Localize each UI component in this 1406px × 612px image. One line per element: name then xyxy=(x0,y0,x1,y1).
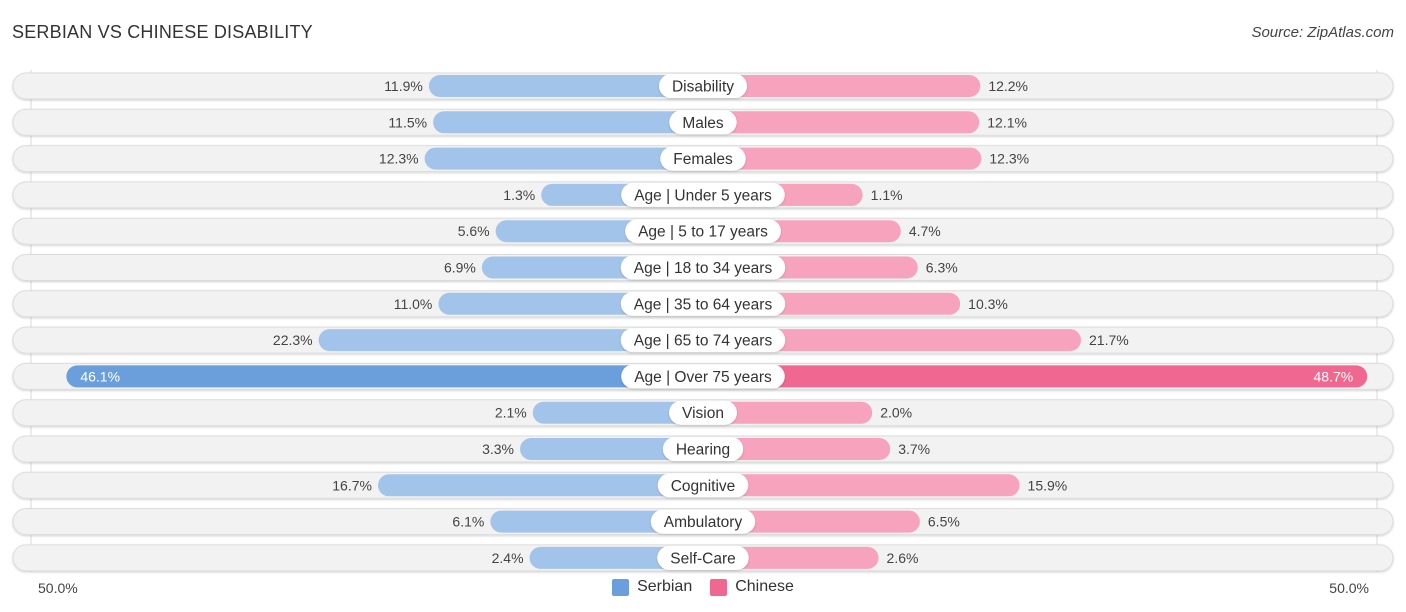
category-label: Self-Care xyxy=(670,550,735,567)
value-label-chinese: 15.9% xyxy=(1028,477,1068,493)
value-label-chinese: 12.3% xyxy=(989,151,1029,167)
bar-serbian[interactable] xyxy=(66,365,704,388)
bar-serbian[interactable] xyxy=(433,111,703,134)
category-label: Ambulatory xyxy=(664,514,743,531)
value-label-serbian: 11.0% xyxy=(394,296,433,312)
value-label-serbian: 12.3% xyxy=(379,151,419,167)
value-label-chinese: 21.7% xyxy=(1089,332,1129,348)
value-label-chinese: 12.1% xyxy=(987,114,1027,130)
bar-chinese[interactable] xyxy=(703,365,1368,388)
legend-swatch-serbian xyxy=(612,578,630,596)
value-label-chinese: 48.7% xyxy=(1314,368,1354,384)
bar-chinese[interactable] xyxy=(703,474,1020,497)
value-label-chinese: 10.3% xyxy=(968,296,1008,312)
category-label: Cognitive xyxy=(671,478,736,495)
value-label-chinese: 4.7% xyxy=(909,223,941,239)
bar-chinese[interactable] xyxy=(703,111,980,134)
category-label: Age | 35 to 64 years xyxy=(634,296,773,313)
category-label: Females xyxy=(673,151,733,168)
value-label-chinese: 3.7% xyxy=(898,441,930,457)
value-label-serbian: 2.1% xyxy=(495,405,527,421)
chart-area: 11.9% 12.2% Disability 11.5% 12.1% Males 12.3%… xyxy=(12,70,1394,572)
bar-serbian[interactable] xyxy=(377,474,703,497)
value-label-serbian: 3.3% xyxy=(482,441,514,457)
category-label: Vision xyxy=(682,405,724,422)
value-label-serbian: 22.3% xyxy=(273,332,313,348)
category-label: Age | Over 75 years xyxy=(634,369,772,386)
value-label-serbian: 46.1% xyxy=(80,368,120,384)
value-label-chinese: 2.6% xyxy=(887,550,919,566)
value-label-serbian: 16.7% xyxy=(332,477,372,493)
category-label: Males xyxy=(682,115,724,132)
category-label: Age | Under 5 years xyxy=(634,187,772,204)
category-label: Age | 18 to 34 years xyxy=(634,260,773,277)
value-label-serbian: 6.1% xyxy=(452,514,484,530)
category-label: Age | 65 to 74 years xyxy=(634,333,773,350)
legend-label-serbian: Serbian xyxy=(637,578,693,595)
legend-item-serbian[interactable]: Serbian xyxy=(612,578,692,596)
value-label-serbian: 1.3% xyxy=(503,187,535,203)
category-label: Hearing xyxy=(676,442,730,459)
legend-item-chinese[interactable]: Chinese xyxy=(710,578,794,596)
value-label-chinese: 1.1% xyxy=(871,187,903,203)
value-label-chinese: 2.0% xyxy=(880,405,912,421)
value-label-chinese: 12.2% xyxy=(988,78,1028,94)
legend: Serbian Chinese xyxy=(0,578,1406,596)
value-label-serbian: 11.9% xyxy=(384,78,423,94)
legend-label-chinese: Chinese xyxy=(735,578,794,595)
value-label-serbian: 2.4% xyxy=(492,550,524,566)
legend-swatch-chinese xyxy=(710,578,728,596)
category-label: Disability xyxy=(672,79,734,96)
value-label-chinese: 6.3% xyxy=(926,260,958,276)
value-label-serbian: 5.6% xyxy=(458,223,490,239)
value-label-serbian: 11.5% xyxy=(388,114,427,130)
category-label: Age | 5 to 17 years xyxy=(638,224,768,241)
value-label-chinese: 6.5% xyxy=(928,514,960,530)
value-label-serbian: 6.9% xyxy=(444,260,476,276)
